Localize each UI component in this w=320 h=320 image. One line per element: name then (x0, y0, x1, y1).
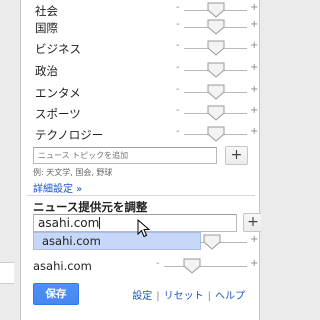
section-divider (27, 195, 255, 196)
topic-label: 政治 (35, 64, 58, 78)
slider-thumb[interactable] (183, 258, 201, 274)
slider-plus: + (250, 234, 259, 245)
slider-thumb[interactable] (207, 2, 225, 18)
add-source-button[interactable]: + (243, 213, 263, 232)
source-suggestion-item[interactable]: asahi.com (33, 232, 201, 250)
topic-row-politics: 政治 - + (21, 60, 261, 82)
topic-row-entertainment: エンタメ - + (21, 82, 261, 104)
slider-plus: + (250, 84, 259, 95)
topic-row-business: ビジネス - + (21, 38, 261, 60)
add-topic-input[interactable] (33, 147, 217, 164)
advanced-settings-link[interactable]: 詳細設定 » (33, 180, 82, 195)
sources-section-title: ニュース提供元を調整 (33, 200, 148, 214)
slider-minus: - (176, 126, 180, 137)
slider-plus: + (250, 258, 259, 269)
topic-slider[interactable]: - + (176, 82, 259, 104)
topic-slider[interactable]: - + (176, 124, 259, 146)
topic-label: エンタメ (35, 86, 81, 100)
slider-minus: - (176, 62, 180, 73)
slider-thumb[interactable] (207, 126, 225, 142)
link-separator: | (207, 291, 211, 302)
source-input[interactable]: asahi.com (33, 214, 237, 232)
slider-minus: - (176, 105, 180, 116)
link-separator: | (156, 291, 160, 302)
slider-plus: + (250, 105, 259, 116)
topic-row-world: 国際 - + (21, 17, 261, 39)
topic-row-technology: テクノロジー - + (21, 124, 261, 146)
topic-label: 国際 (35, 21, 58, 35)
slider-thumb[interactable] (207, 40, 225, 56)
footer-links: 設定 | リセット | ヘルプ (132, 287, 245, 302)
topic-label: スポーツ (35, 107, 81, 121)
source-input-value: asahi.com (38, 216, 100, 230)
topic-slider[interactable]: - + (176, 60, 259, 82)
settings-link[interactable]: 設定 (132, 291, 152, 302)
topic-example-hint: 例: 天文学, 国会, 野球 (33, 168, 113, 177)
slider-thumb[interactable] (207, 19, 225, 35)
slider-minus: - (176, 84, 180, 95)
slider-plus: + (250, 62, 259, 73)
slider-thumb[interactable] (203, 234, 221, 250)
slider-minus: - (176, 40, 180, 51)
topic-label: テクノロジー (35, 128, 104, 142)
reset-link[interactable]: リセット (164, 291, 204, 302)
slider-plus: + (250, 19, 259, 30)
slider-plus: + (250, 2, 259, 13)
slider-minus: - (156, 258, 160, 269)
slider-plus: + (250, 40, 259, 51)
suggestion-label: asahi.com (42, 234, 101, 248)
slider-thumb[interactable] (207, 105, 225, 121)
topic-slider[interactable]: - + (176, 103, 259, 125)
topic-row-sports: スポーツ - + (21, 103, 261, 125)
topic-slider[interactable]: - + (176, 38, 259, 60)
source-slider[interactable]: - + (156, 256, 259, 278)
source-label: asahi.com (33, 259, 92, 273)
slider-plus: + (250, 126, 259, 137)
news-settings-panel: 社会 - + 国際 - + ビジネス - + 政治 - + エンタメ - + ス… (20, 0, 263, 320)
left-edge-block (0, 262, 14, 284)
mouse-pointer-icon (137, 219, 151, 238)
save-button[interactable]: 保存 (33, 283, 79, 305)
right-background (261, 0, 280, 320)
slider-thumb[interactable] (207, 62, 225, 78)
topic-slider[interactable]: - + (176, 17, 259, 39)
text-caret (99, 217, 101, 229)
slider-thumb[interactable] (207, 84, 225, 100)
slider-minus: - (176, 2, 180, 13)
topic-label: ビジネス (35, 42, 81, 56)
slider-track (164, 266, 247, 267)
add-topic-button[interactable]: + (225, 146, 248, 165)
help-link[interactable]: ヘルプ (215, 291, 245, 302)
slider-minus: - (176, 19, 180, 30)
